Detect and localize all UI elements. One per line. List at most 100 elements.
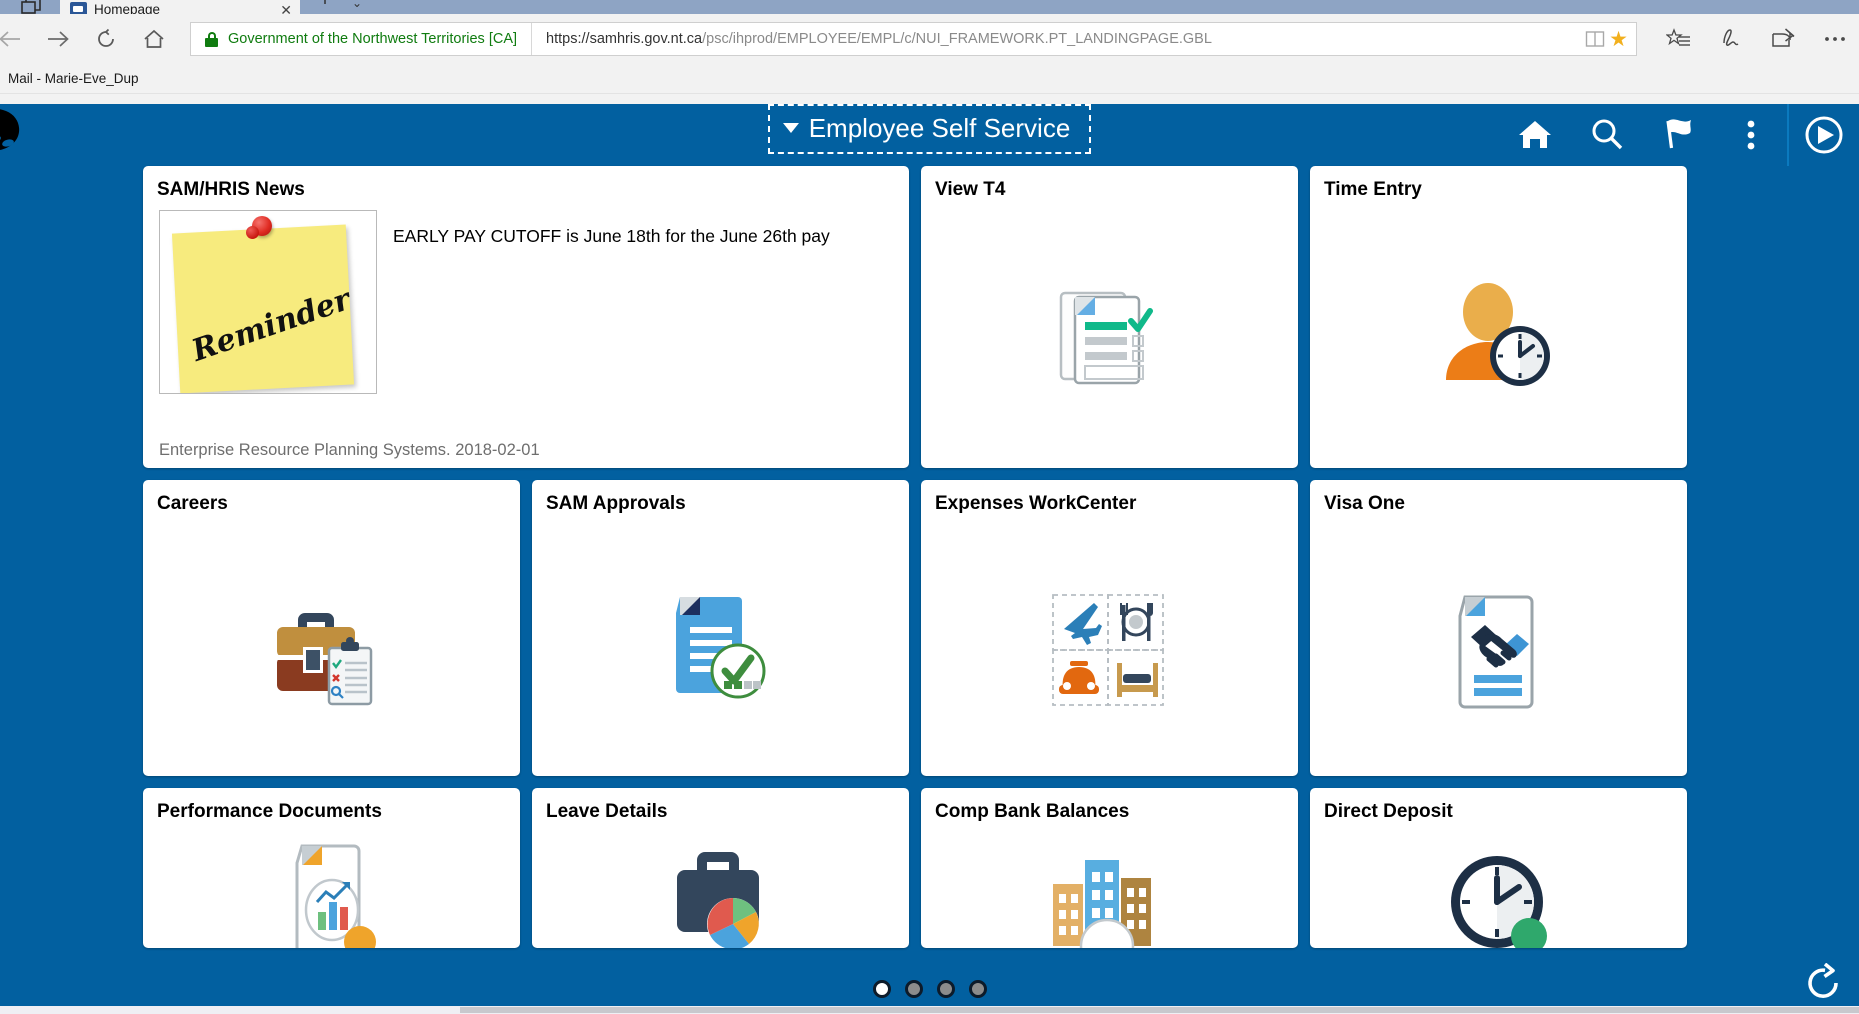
new-tab-button[interactable]: + [310,0,340,12]
tile-expenses-workcenter[interactable]: Expenses WorkCenter [921,480,1298,776]
back-button[interactable] [0,15,34,63]
tile-view-t4[interactable]: View T4 [921,166,1298,468]
tile-title: Visa One [1324,493,1405,514]
favorites-bar-item[interactable]: Mail - Marie-Eve_Dup [8,71,139,86]
meal-icon [1120,602,1153,641]
tile-icon-wrap [1310,212,1687,468]
tile-icon-wrap [532,526,909,776]
browser-toolbar: Government of the Northwest Territories … [0,14,1859,64]
share-icon[interactable] [1759,15,1807,63]
navbar-button[interactable] [1787,104,1859,166]
homepage-selector[interactable]: Employee Self Service [767,104,1092,154]
news-headline: EARLY PAY CUTOFF is June 18th for the Ju… [393,226,830,246]
tile-icon-wrap [921,212,1298,468]
tile-leave-details[interactable]: Leave Details [532,788,909,948]
airplane-icon [1064,602,1102,645]
actions-menu-button[interactable] [1715,104,1787,166]
horizontal-scrollbar[interactable] [0,1006,1859,1014]
tile-visa-one[interactable]: Visa One [1310,480,1687,776]
tile-title: Performance Documents [157,801,382,822]
tile-careers[interactable]: Careers [143,480,520,776]
home-icon [1519,121,1551,148]
pagination-dot-4[interactable] [968,980,987,998]
arrow-left-icon [0,31,20,47]
chevron-down-icon[interactable]: ⌄ [345,0,369,10]
sticky-note: Reminder [171,224,355,393]
tile-title: Comp Bank Balances [935,801,1130,822]
refresh-button[interactable] [82,15,130,63]
sticky-note-text: Reminder [187,282,355,369]
notifications-button[interactable] [1643,104,1715,166]
flag-icon [1666,119,1691,149]
documents-checklist-icon [1059,291,1153,385]
site-organization-name: Government of the Northwest Territories … [228,31,518,47]
favorite-star-icon[interactable]: ★ [1609,29,1628,50]
more-icon[interactable] [1811,15,1859,63]
search-icon [1592,119,1623,150]
handshake-document-icon [1458,595,1533,708]
home-button[interactable] [1499,104,1571,166]
document-chart-icon [295,844,376,948]
app-header: Employee Self Service [0,104,1859,166]
url-host: https://samhris.gov.nt.ca [546,31,703,47]
tile-title: Direct Deposit [1324,801,1453,822]
address-bar[interactable]: Government of the Northwest Territories … [190,22,1637,56]
tile-sam-hris-news[interactable]: SAM/HRIS News Reminder EARLY PAY CUTOFF … [143,166,909,468]
address-bar-tools: ★ [1585,29,1634,50]
search-button[interactable] [1571,104,1643,166]
refresh-button[interactable] [1795,960,1851,1006]
tile-title: SAM Approvals [546,493,686,514]
notes-icon[interactable] [1707,15,1755,63]
favorites-bar: Mail - Marie-Eve_Dup [0,64,1859,94]
pagination-dot-1[interactable] [872,980,891,998]
lock-icon [205,31,218,47]
pagination-dot-2[interactable] [904,980,923,998]
person-clock-icon [1445,283,1550,386]
forward-button[interactable] [34,15,82,63]
url-text[interactable]: https://samhris.gov.nt.ca/psc/ihprod/EMP… [532,31,1585,47]
taxi-icon [1059,660,1099,694]
url-path: /psc/ihprod/EMPLOYEE/EMPL/c/NUI_FRAMEWOR… [702,31,1212,47]
news-content: Reminder EARLY PAY CUTOFF is June 18th f… [159,210,893,468]
browser-window: Homepage ✕ + ⌄ [0,0,1859,1014]
reload-icon [98,28,114,47]
favorites-icon[interactable] [1655,15,1703,63]
peoplesoft-app: Employee Self Service SAM/HRIS News Remi… [0,104,1859,1014]
tile-icon-wrap [1310,526,1687,776]
news-row: Reminder EARLY PAY CUTOFF is June 18th f… [159,210,893,394]
refresh-icon [1808,963,1838,998]
pagination-dot-3[interactable] [936,980,955,998]
tab-strip: Homepage ✕ + ⌄ [0,0,1859,18]
site-identity[interactable]: Government of the Northwest Territories … [191,23,533,55]
suitcase-piechart-icon [676,852,759,948]
reminder-sticky-note-image: Reminder [159,210,377,394]
scrollbar-thumb[interactable] [460,1007,1859,1013]
ellipsis-icon [1825,37,1845,41]
home-button[interactable] [130,15,178,63]
chevron-down-icon [782,123,799,133]
tile-performance-documents[interactable]: Performance Documents [143,788,520,948]
tile-icon-wrap [1310,840,1687,948]
tile-sam-approvals[interactable]: SAM Approvals [532,480,909,776]
homepage-pagination [0,980,1859,998]
travel-expenses-grid-icon [1052,593,1164,706]
tile-title: Time Entry [1324,179,1422,200]
tile-icon-wrap [143,526,520,776]
briefcase-clipboard-icon [276,613,372,706]
buildings-icon [1052,860,1151,948]
home-icon [144,29,164,48]
reading-view-icon[interactable] [1585,30,1605,48]
tile-icon-wrap [921,526,1298,776]
tile-title: Leave Details [546,801,668,822]
tile-time-entry[interactable]: Time Entry [1310,166,1687,468]
tile-direct-deposit[interactable]: Direct Deposit [1310,788,1687,948]
tile-icon-wrap [143,840,520,948]
tile-comp-bank-balances[interactable]: Comp Bank Balances [921,788,1298,948]
share-arrow-icon [1772,28,1795,47]
tile-title: Careers [157,493,228,514]
pen-icon [1723,29,1739,47]
tile-area: SAM/HRIS News Reminder EARLY PAY CUTOFF … [0,166,1859,1014]
page-title: Employee Self Service [808,113,1071,143]
pushpin-icon [246,216,272,239]
document-approved-icon [675,596,765,698]
